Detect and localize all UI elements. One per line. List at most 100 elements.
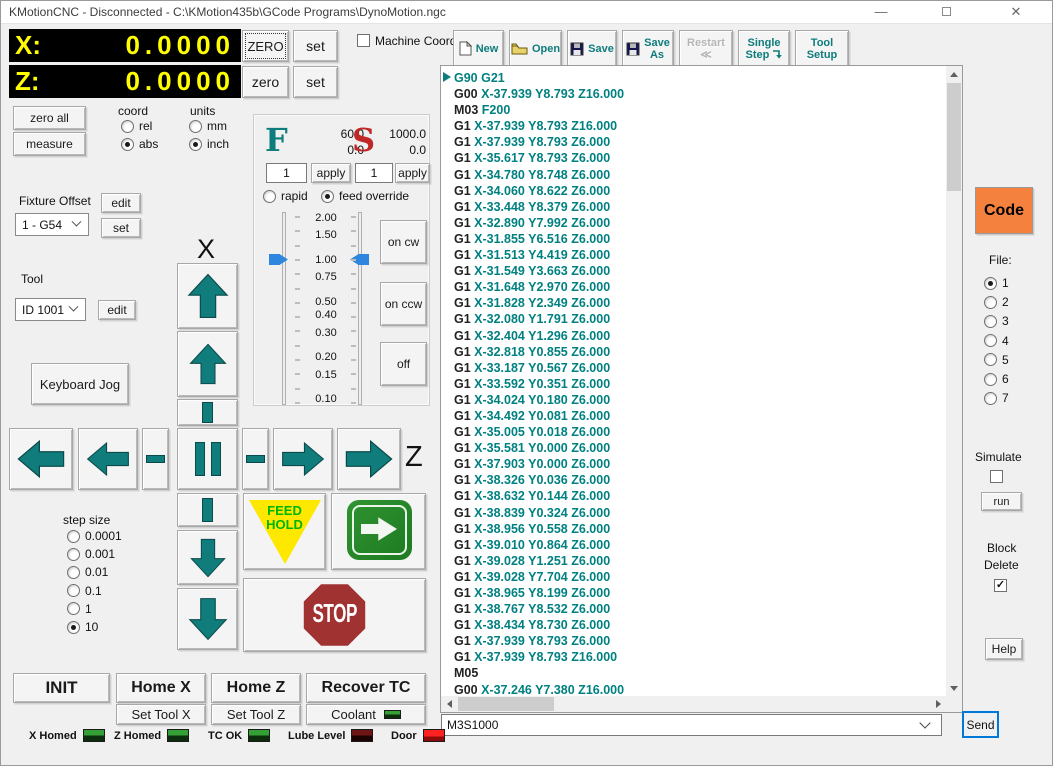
code-button[interactable]: Code — [975, 187, 1033, 234]
radio-rel[interactable]: rel — [121, 119, 152, 133]
set-z-button[interactable]: set — [293, 66, 338, 98]
home-z-button[interactable]: Home Z — [211, 673, 301, 703]
radio-icon[interactable] — [67, 621, 80, 634]
radio-icon[interactable] — [984, 373, 997, 386]
radio-icon[interactable] — [984, 296, 997, 309]
measure-button[interactable]: measure — [13, 132, 86, 156]
radio-icon[interactable] — [263, 190, 276, 203]
fixture-offset-select[interactable]: 1 - G54 — [15, 213, 89, 236]
radio-icon[interactable] — [984, 392, 997, 405]
chevron-down-icon[interactable] — [919, 717, 930, 728]
jog-x-plus-step-button[interactable] — [177, 399, 238, 426]
spindle-on-ccw-button[interactable]: on ccw — [380, 282, 427, 326]
tool-select[interactable]: ID 1001 — [15, 298, 86, 321]
spindle-off-button[interactable]: off — [380, 342, 427, 386]
jog-z-minus-slow-button[interactable] — [78, 428, 138, 490]
scroll-left-button[interactable] — [441, 696, 457, 712]
horizontal-scroll-thumb[interactable] — [458, 697, 554, 711]
radio-abs[interactable]: abs — [121, 137, 158, 151]
feedrate-apply-button[interactable]: apply — [311, 163, 351, 183]
spindle-override-slider-track[interactable] — [358, 212, 362, 405]
radio-10[interactable]: 10 — [67, 620, 98, 634]
mdi-combobox[interactable] — [441, 714, 942, 736]
set-tool-z-button[interactable]: Set Tool Z — [211, 704, 301, 725]
radio-icon[interactable] — [121, 120, 134, 133]
machine-coord-checkbox[interactable] — [357, 34, 370, 47]
run-button[interactable]: run — [981, 492, 1022, 511]
send-button[interactable]: Send — [962, 711, 999, 738]
radio-7[interactable]: 7 — [984, 391, 1009, 405]
radio-icon[interactable] — [189, 138, 202, 151]
home-x-button[interactable]: Home X — [116, 673, 206, 703]
jog-z-minus-fast-button[interactable] — [9, 428, 73, 490]
radio-icon[interactable] — [67, 548, 80, 561]
radio-icon[interactable] — [67, 566, 80, 579]
feed-override-slider-track[interactable] — [282, 212, 286, 405]
open-file-button[interactable]: Open — [509, 30, 562, 67]
gcode-editor[interactable]: G90 G21G00 X-37.939 Y8.793 Z16.000M03 F2… — [440, 65, 963, 713]
set-tool-x-button[interactable]: Set Tool X — [116, 704, 206, 725]
simulate-checkbox[interactable] — [990, 470, 1003, 483]
radio-icon[interactable] — [984, 353, 997, 366]
recover-tc-button[interactable]: Recover TC — [306, 673, 426, 703]
radio-inch[interactable]: inch — [189, 137, 229, 151]
scroll-right-button[interactable] — [930, 696, 946, 712]
close-button[interactable]: ✕ — [996, 1, 1036, 23]
spindle-input[interactable] — [355, 163, 393, 183]
new-file-button[interactable]: New — [453, 30, 504, 67]
radio-icon[interactable] — [321, 190, 334, 203]
radio-icon[interactable] — [189, 120, 202, 133]
jog-x-minus-slow-button[interactable] — [177, 530, 238, 585]
feedrate-input[interactable] — [266, 163, 307, 183]
coolant-button[interactable]: Coolant — [306, 704, 426, 725]
radio-mm[interactable]: mm — [189, 119, 227, 133]
minimize-button[interactable]: — — [861, 1, 901, 23]
radio-0.1[interactable]: 0.1 — [67, 584, 102, 598]
zero-all-button[interactable]: zero all — [13, 106, 86, 130]
jog-pause-button[interactable] — [177, 428, 238, 490]
init-button[interactable]: INIT — [13, 673, 110, 703]
tool-setup-button[interactable]: ToolSetup — [795, 30, 849, 67]
radio-icon[interactable] — [67, 584, 80, 597]
radio-6[interactable]: 6 — [984, 372, 1009, 386]
jog-z-plus-fast-button[interactable] — [337, 428, 401, 490]
scroll-down-button[interactable] — [946, 680, 962, 696]
spindle-apply-button[interactable]: apply — [395, 163, 430, 183]
stop-button[interactable]: STOP — [243, 578, 426, 652]
jog-z-minus-step-button[interactable] — [142, 428, 169, 490]
cycle-start-button[interactable] — [331, 493, 426, 570]
spindle-on-cw-button[interactable]: on cw — [380, 220, 427, 264]
radio-0.01[interactable]: 0.01 — [67, 565, 108, 579]
radio-icon[interactable] — [984, 277, 997, 290]
maximize-button[interactable] — [926, 1, 966, 23]
save-as-button[interactable]: SaveAs — [622, 30, 674, 67]
single-step-button[interactable]: SingleStep — [738, 30, 790, 67]
jog-z-plus-slow-button[interactable] — [273, 428, 333, 490]
radio-0.0001[interactable]: 0.0001 — [67, 529, 122, 543]
mdi-input[interactable] — [442, 718, 921, 732]
radio-icon[interactable] — [67, 602, 80, 615]
radio-5[interactable]: 5 — [984, 353, 1009, 367]
radio-1[interactable]: 1 — [67, 602, 92, 616]
radio-3[interactable]: 3 — [984, 314, 1009, 328]
feed-hold-button[interactable]: FEEDHOLD — [243, 493, 326, 570]
keyboard-jog-button[interactable]: Keyboard Jog — [31, 363, 129, 405]
jog-x-minus-step-button[interactable] — [177, 493, 238, 527]
jog-x-plus-slow-button[interactable] — [177, 331, 238, 397]
radio-icon[interactable] — [121, 138, 134, 151]
tool-edit-button[interactable]: edit — [98, 300, 136, 320]
set-x-button[interactable]: set — [293, 30, 338, 62]
horizontal-scrollbar[interactable] — [441, 696, 946, 712]
radio-rapid[interactable]: rapid — [263, 189, 308, 203]
radio-icon[interactable] — [984, 315, 997, 328]
vertical-scrollbar[interactable] — [946, 66, 962, 696]
radio-2[interactable]: 2 — [984, 295, 1009, 309]
gcode-listing[interactable]: G90 G21G00 X-37.939 Y8.793 Z16.000M03 F2… — [442, 67, 946, 696]
radio-feed-override[interactable]: feed override — [321, 189, 409, 203]
save-button[interactable]: Save — [567, 30, 617, 67]
zero-x-button[interactable]: ZERO — [242, 30, 289, 62]
jog-x-minus-fast-button[interactable] — [177, 588, 238, 650]
jog-x-plus-fast-button[interactable] — [177, 263, 238, 329]
vertical-scroll-thumb[interactable] — [947, 83, 961, 191]
scroll-up-button[interactable] — [946, 66, 962, 82]
